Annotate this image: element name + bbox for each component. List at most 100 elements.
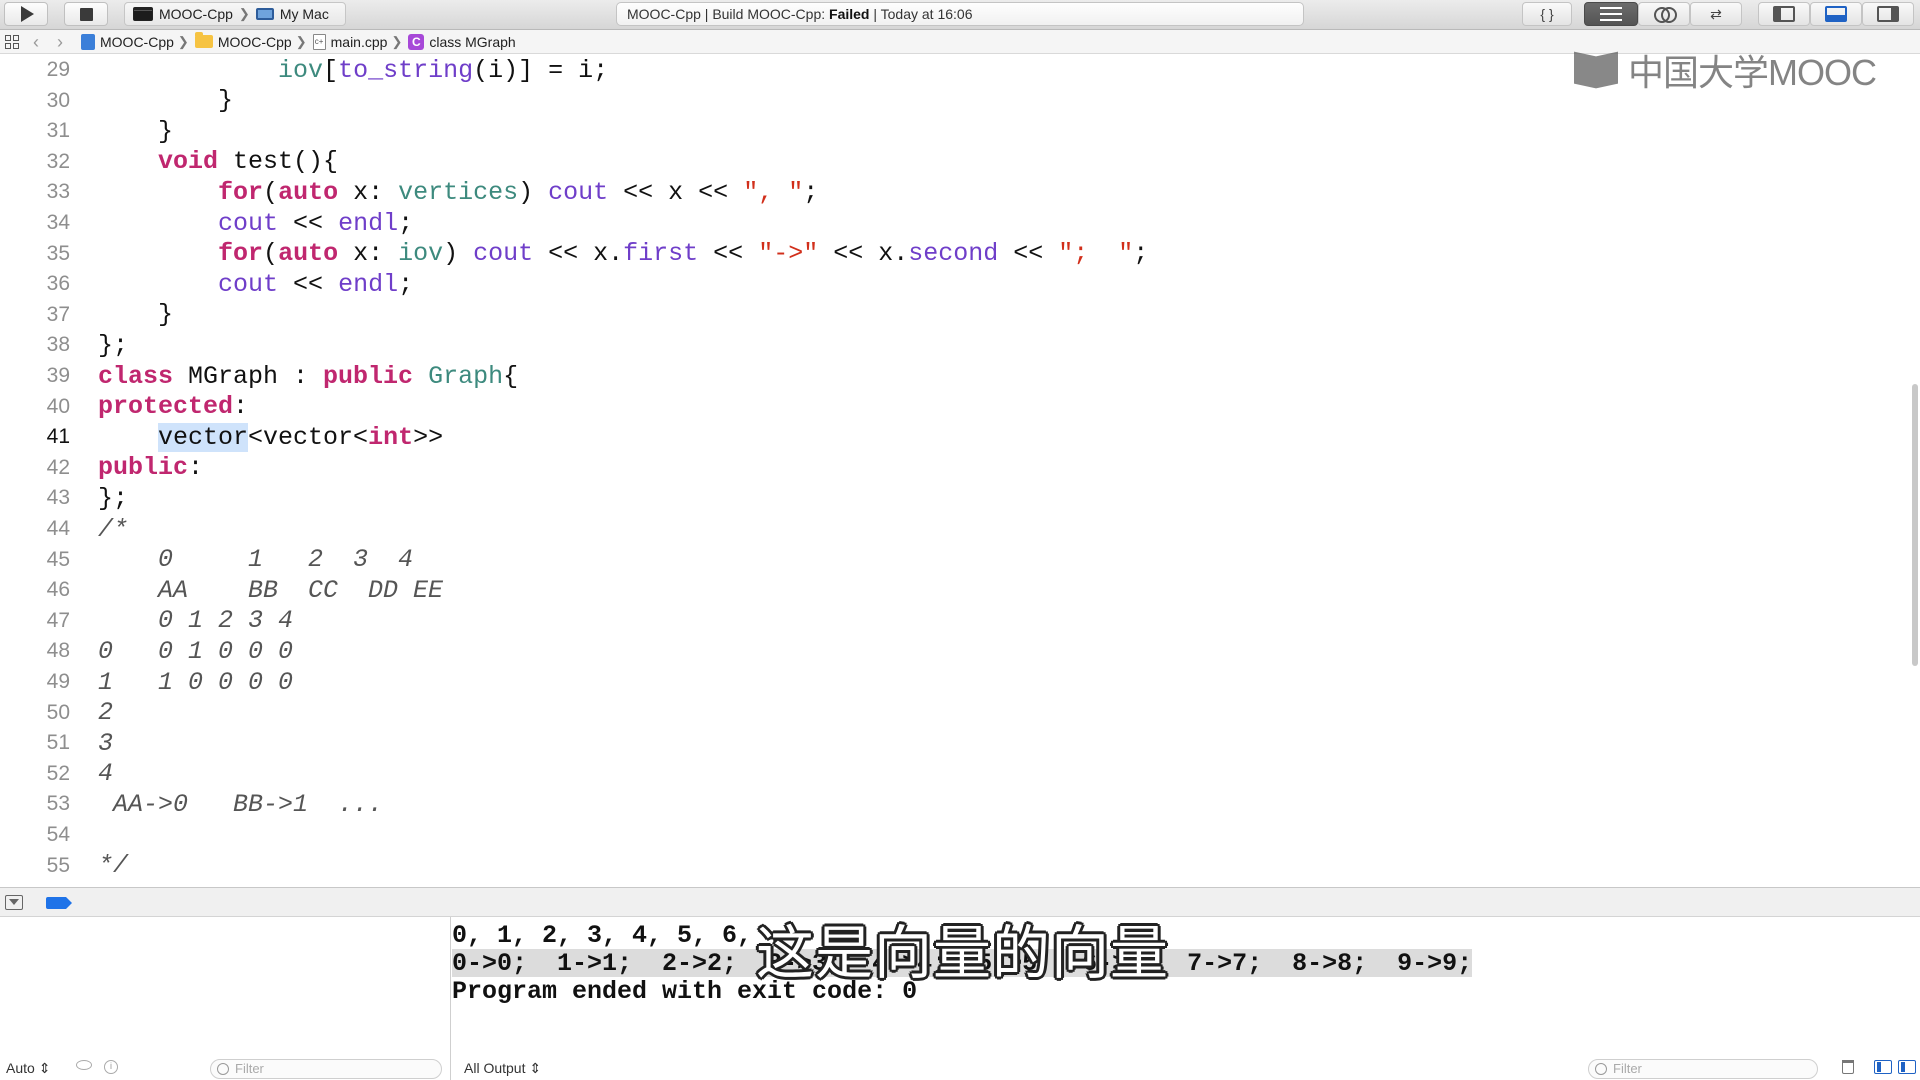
code-line[interactable]: 44 /*: [0, 514, 1910, 544]
code-text[interactable]: AA->0 BB->1 ...: [98, 790, 383, 819]
code-token: [: [323, 55, 339, 85]
code-text[interactable]: cout << endl;: [98, 209, 413, 238]
code-text[interactable]: }: [98, 300, 173, 329]
code-token: << x.: [533, 239, 624, 269]
print-description-button[interactable]: i: [104, 1060, 118, 1074]
code-text[interactable]: void test(){: [98, 147, 338, 176]
clear-console-button[interactable]: [1842, 1060, 1854, 1074]
code-text[interactable]: 0 1 2 3 4: [98, 545, 413, 574]
code-line[interactable]: 40 protected:: [0, 392, 1910, 422]
breadcrumb-group[interactable]: MOOC-Cpp: [194, 32, 292, 50]
code-line[interactable]: 33 for(auto x: vertices) cout << x << ",…: [0, 177, 1910, 207]
output-scope-select[interactable]: All Output ⇕: [464, 1060, 541, 1077]
breadcrumb-project[interactable]: MOOC-Cpp: [81, 33, 174, 50]
code-line[interactable]: 54: [0, 820, 1910, 850]
forward-arrow-icon[interactable]: ›: [57, 33, 63, 51]
code-line[interactable]: 49 1 1 0 0 0 0: [0, 667, 1910, 697]
code-text[interactable]: };: [98, 331, 128, 360]
code-text[interactable]: 1 1 0 0 0 0: [98, 668, 293, 697]
stop-button[interactable]: [64, 2, 108, 26]
code-text[interactable]: };: [98, 484, 128, 513]
code-token: auto: [278, 177, 339, 207]
code-text[interactable]: AA BB CC DD EE: [98, 576, 443, 605]
scheme-target: MOOC-Cpp: [159, 6, 233, 22]
toggle-inspector-button[interactable]: [1862, 2, 1914, 26]
code-snippet-button[interactable]: { }: [1522, 2, 1572, 26]
code-text[interactable]: 2: [98, 698, 113, 727]
code-text[interactable]: /*: [98, 515, 128, 544]
code-line[interactable]: 55 */: [0, 851, 1910, 881]
filter-icon: [1595, 1063, 1607, 1075]
code-text[interactable]: public:: [98, 453, 203, 482]
code-line[interactable]: 35 for(auto x: iov) cout << x.first << "…: [0, 239, 1910, 269]
breadcrumb-symbol[interactable]: C class MGraph: [408, 33, 516, 50]
line-number: 30: [46, 88, 70, 112]
quick-look-button[interactable]: [76, 1060, 92, 1070]
code-text[interactable]: 0 1 2 3 4: [98, 606, 293, 635]
variables-filter-field[interactable]: Filter: [210, 1059, 442, 1079]
code-line[interactable]: 39 class MGraph : public Graph{: [0, 361, 1910, 391]
code-line[interactable]: 41 vector<vector<int>>: [0, 422, 1910, 452]
breakpoint-toggle-icon[interactable]: [46, 897, 72, 909]
line-number: 48: [46, 639, 70, 663]
scheme-selector[interactable]: MOOC-Cpp ❯ My Mac: [124, 2, 346, 26]
filter-placeholder: Filter: [235, 1061, 264, 1076]
code-line[interactable]: 32 void test(){: [0, 147, 1910, 177]
console-filter-field[interactable]: Filter: [1588, 1059, 1818, 1079]
hide-debug-area-icon[interactable]: [5, 895, 23, 910]
code-line[interactable]: 36 cout << endl;: [0, 269, 1910, 299]
version-editor-button[interactable]: ⇄: [1690, 2, 1742, 26]
code-text[interactable]: }: [98, 86, 233, 115]
toggle-debug-area-button[interactable]: [1810, 2, 1862, 26]
code-line[interactable]: 42 public:: [0, 453, 1910, 483]
code-text[interactable]: }: [98, 117, 173, 146]
code-text[interactable]: 4: [98, 759, 113, 788]
code-line[interactable]: 46 AA BB CC DD EE: [0, 575, 1910, 605]
breadcrumb-label: MOOC-Cpp: [100, 33, 174, 50]
code-text[interactable]: class MGraph : public Graph{: [98, 362, 518, 391]
code-token: endl: [338, 208, 399, 238]
code-text[interactable]: for(auto x: vertices) cout << x << ", ";: [98, 178, 818, 207]
code-line[interactable]: 37 }: [0, 300, 1910, 330]
run-button[interactable]: [4, 2, 48, 26]
code-text[interactable]: iov[to_string(i)] = i;: [98, 56, 608, 85]
code-line[interactable]: 43};: [0, 483, 1910, 513]
code-line[interactable]: 45 0 1 2 3 4: [0, 545, 1910, 575]
code-line[interactable]: 50 2: [0, 698, 1910, 728]
related-items-icon[interactable]: [5, 34, 19, 49]
code-line[interactable]: 48 0 0 1 0 0 0: [0, 636, 1910, 666]
activity-viewer[interactable]: MOOC-Cpp | Build MOOC-Cpp: Failed | Toda…: [616, 2, 1304, 26]
line-number: 50: [46, 700, 70, 724]
toggle-navigator-button[interactable]: [1758, 2, 1810, 26]
variables-scope-select[interactable]: Auto ⇕: [6, 1060, 50, 1077]
code-line[interactable]: 47 0 1 2 3 4: [0, 606, 1910, 636]
code-text[interactable]: */: [98, 851, 128, 880]
show-variables-button[interactable]: [1874, 1060, 1892, 1074]
code-text[interactable]: protected:: [98, 392, 248, 421]
code-text[interactable]: for(auto x: iov) cout << x.first << "->"…: [98, 239, 1148, 268]
code-text[interactable]: 0 0 1 0 0 0: [98, 637, 293, 666]
back-arrow-icon[interactable]: ‹: [33, 33, 39, 51]
code-line[interactable]: 53 AA->0 BB->1 ...: [0, 789, 1910, 819]
code-line[interactable]: 51 3: [0, 728, 1910, 758]
code-token: endl: [338, 269, 399, 299]
code-line[interactable]: 38};: [0, 330, 1910, 360]
code-line[interactable]: 31 }: [0, 116, 1910, 146]
code-text[interactable]: 3: [98, 729, 113, 758]
variables-view[interactable]: [0, 917, 451, 1080]
show-console-button[interactable]: [1898, 1060, 1916, 1074]
code-text[interactable]: cout << endl;: [98, 270, 413, 299]
editor-scrollbar[interactable]: [1912, 384, 1918, 666]
console-output[interactable]: 0, 1, 2, 3, 4, 5, 6, 0->0; 1->1; 2->2; 3-…: [452, 917, 1920, 1080]
code-token: 3: [98, 728, 114, 758]
standard-editor-button[interactable]: [1584, 2, 1638, 26]
code-line[interactable]: 52 4: [0, 759, 1910, 789]
breadcrumb-file[interactable]: c+ main.cpp: [312, 33, 387, 50]
code-text[interactable]: vector<vector<int>>: [98, 422, 443, 452]
project-icon: [81, 33, 95, 50]
source-editor[interactable]: 29 iov[to_string(i)] = i; 30 } 31 } 32 void…: [0, 54, 1920, 887]
assistant-editor-button[interactable]: [1638, 2, 1690, 26]
code-line[interactable]: 34 cout << endl;: [0, 208, 1910, 238]
